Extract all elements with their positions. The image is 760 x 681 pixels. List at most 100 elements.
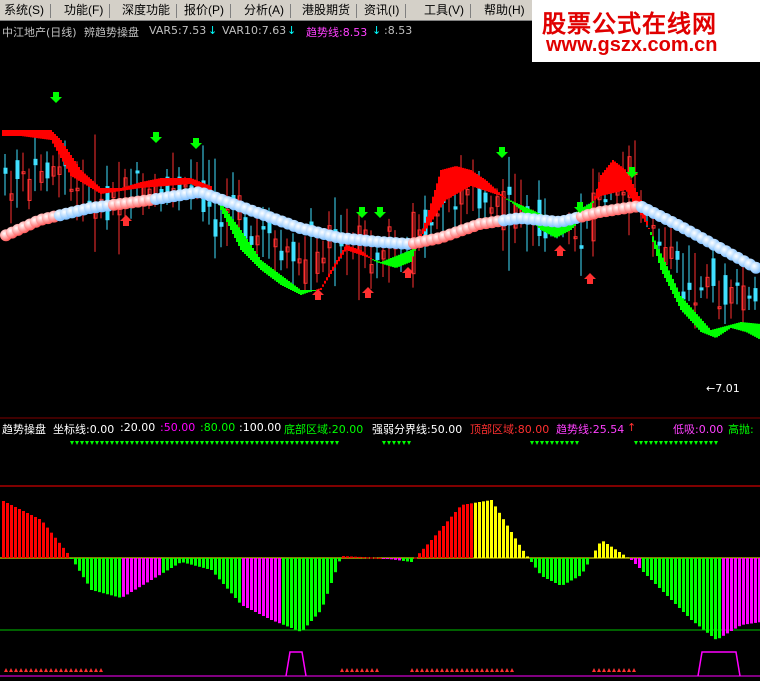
- buy-zone-arrow: [545, 441, 549, 445]
- oscillator-bar: [218, 558, 221, 580]
- ribbon-segment: [646, 221, 648, 226]
- oscillator-bar: [262, 558, 265, 616]
- ribbon-segment: [480, 176, 482, 190]
- ribbon-segment: [668, 270, 670, 286]
- sell-zone-arrow: [505, 668, 509, 672]
- oscillator-bar: [582, 558, 585, 572]
- ribbon-segment: [100, 188, 102, 194]
- ribbon-segment: [700, 318, 702, 332]
- oscillator-bar: [434, 535, 437, 558]
- buy-zone-arrow: [100, 441, 104, 445]
- candle-body: [291, 241, 296, 262]
- ribbon-segment: [266, 264, 268, 275]
- oscillator-bar: [330, 558, 333, 583]
- ribbon-segment: [522, 205, 524, 212]
- ribbon-segment: [740, 322, 742, 331]
- buy-zone-arrow: [255, 441, 259, 445]
- ribbon-segment: [746, 322, 748, 333]
- oscillator-bar: [426, 544, 429, 558]
- ribbon-segment: [696, 314, 698, 328]
- buy-zone-arrow: [125, 441, 129, 445]
- down-arrow-icon: [190, 138, 202, 149]
- oscillator-bar: [346, 556, 349, 558]
- ribbon-segment: [20, 130, 22, 136]
- oscillator-bar: [678, 558, 681, 608]
- ribbon-segment: [622, 167, 624, 191]
- up-arrow-icon: [554, 245, 566, 256]
- sell-zone-arrow: [94, 668, 98, 672]
- sell-zone-arrow: [480, 668, 484, 672]
- buy-zone-arrow: [679, 441, 683, 445]
- ribbon-segment: [472, 171, 474, 187]
- candle-body: [681, 291, 686, 300]
- ribbon-segment: [370, 258, 372, 259]
- oscillator-bar: [74, 558, 77, 565]
- ribbon-segment: [134, 183, 136, 189]
- ribbon-segment: [62, 143, 64, 162]
- buy-zone-arrow: [240, 441, 244, 445]
- ribbon-segment: [350, 246, 352, 252]
- sell-zone-arrow: [425, 668, 429, 672]
- oscillator-bar: [210, 558, 213, 570]
- ribbon-segment: [330, 270, 332, 274]
- oscillator-bar: [626, 557, 629, 559]
- ribbon-segment: [682, 298, 684, 313]
- buy-zone-arrow: [654, 441, 658, 445]
- oscillator-bar: [402, 558, 405, 561]
- ribbon-segment: [44, 130, 46, 140]
- oscillator-bar: [406, 558, 409, 562]
- candle-body: [687, 282, 692, 290]
- oscillator-bar: [290, 558, 293, 628]
- up-arrow-icon: [584, 273, 596, 284]
- candle-body: [579, 245, 584, 249]
- buy-zone-arrow: [407, 441, 411, 445]
- ribbon-segment: [346, 245, 348, 251]
- oscillator-bar: [418, 553, 421, 558]
- buy-zone-arrow: [170, 441, 174, 445]
- ribbon-segment: [688, 305, 690, 319]
- oscillator-bar: [690, 558, 693, 620]
- oscillator-bar: [202, 558, 205, 568]
- buy-zone-arrow: [185, 441, 189, 445]
- ribbon-segment: [464, 168, 466, 190]
- oscillator-bar: [618, 552, 621, 558]
- chart-canvas[interactable]: [0, 0, 760, 681]
- ribbon-segment: [16, 130, 18, 136]
- buy-zone-arrow: [285, 441, 289, 445]
- sell-zone-arrow: [44, 668, 48, 672]
- oscillator-bar: [666, 558, 669, 596]
- ribbon-segment: [190, 178, 192, 184]
- oscillator-bar: [374, 557, 377, 559]
- ribbon-segment: [454, 166, 456, 195]
- sell-zone-arrow: [495, 668, 499, 672]
- candle-body: [243, 217, 248, 239]
- buy-zone-arrow: [135, 441, 139, 445]
- buy-zone-arrow: [335, 441, 339, 445]
- candle-body: [33, 158, 38, 166]
- ribbon-segment: [648, 228, 650, 229]
- buy-zone-arrow: [382, 441, 386, 445]
- ribbon-segment: [336, 260, 338, 265]
- buy-zone-arrow: [280, 441, 284, 445]
- ribbon-segment: [748, 322, 750, 334]
- ribbon-segment: [694, 311, 696, 326]
- buy-zone-arrow: [155, 441, 159, 445]
- ribbon-segment: [2, 130, 4, 136]
- oscillator-bar: [150, 558, 153, 580]
- oscillator-bar: [734, 558, 737, 629]
- buy-zone-arrow: [387, 441, 391, 445]
- sell-zone-arrow: [460, 668, 464, 672]
- oscillator-bar: [270, 558, 273, 620]
- sell-zone-arrow: [14, 668, 18, 672]
- ribbon-segment: [592, 201, 594, 203]
- buy-zone-arrow: [140, 441, 144, 445]
- oscillator-bar: [606, 544, 609, 558]
- ribbon-segment: [462, 167, 464, 191]
- sell-zone-arrow: [84, 668, 88, 672]
- ribbon-segment: [680, 296, 682, 310]
- ribbon-segment: [272, 269, 274, 279]
- ribbon-segment: [248, 242, 250, 258]
- oscillator-bar: [350, 556, 353, 558]
- oscillator-bar: [214, 558, 217, 575]
- sell-zone-arrow: [54, 668, 58, 672]
